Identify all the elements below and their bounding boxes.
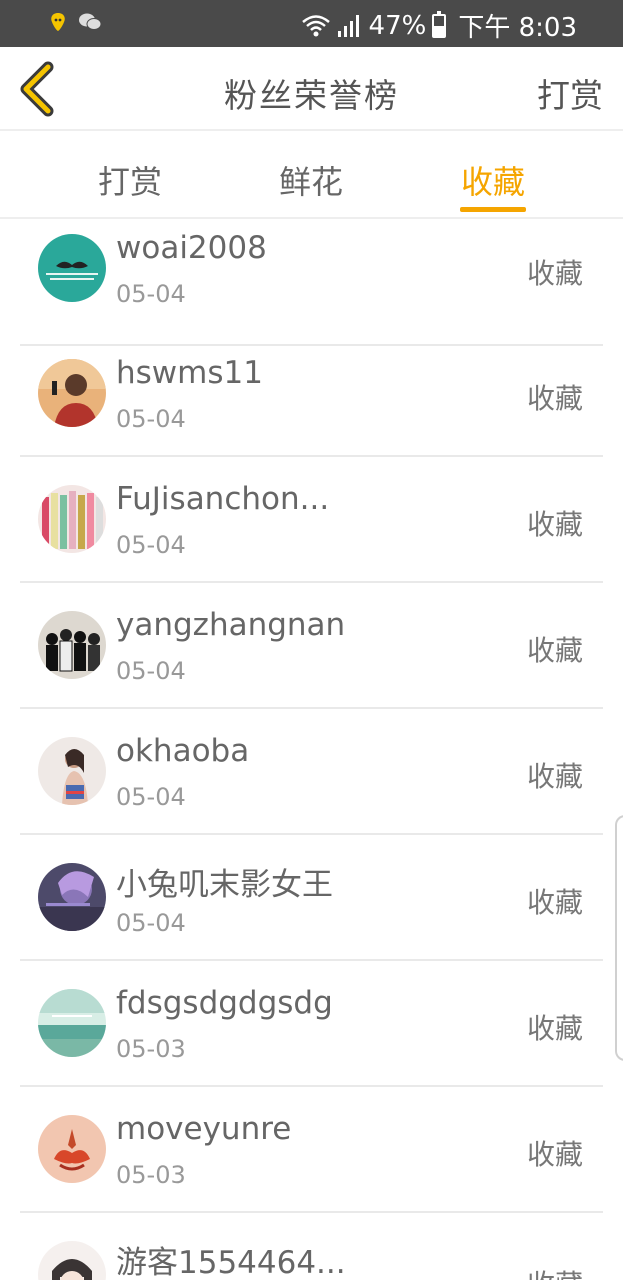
anime-girl-avatar	[38, 1241, 106, 1280]
user-name: 游客1554464...	[116, 1245, 346, 1280]
mustache-avatar	[38, 234, 106, 302]
user-name: hswms11	[116, 355, 263, 391]
action-type: 收藏	[526, 1012, 583, 1045]
list-item[interactable]: yangzhangnan 05-04 收藏	[20, 583, 603, 709]
active-tab-indicator	[460, 207, 526, 212]
battery-level	[434, 26, 445, 36]
tab-bar: 打赏 鲜花 收藏	[0, 133, 623, 219]
action-type: 收藏	[526, 1138, 583, 1171]
battery-icon	[432, 10, 447, 38]
wechat-icon	[79, 13, 102, 30]
list-item[interactable]: 小兔叽末影女王 05-04 收藏	[20, 835, 603, 961]
action-type: 收藏	[526, 634, 583, 667]
user-name: fdsgsdgdgsdg	[116, 985, 333, 1021]
date: 05-04	[116, 909, 186, 937]
user-name: okhaoba	[116, 733, 250, 769]
action-type: 收藏	[526, 508, 583, 541]
nav-bar: 粉丝荣誉榜 打赏	[0, 47, 623, 131]
wifi-icon	[301, 14, 330, 36]
list-item[interactable]: fdsgsdgdgsdg 05-03 收藏	[20, 961, 603, 1087]
date: 05-04	[116, 783, 186, 811]
action-type: 收藏	[526, 382, 583, 415]
user-name: yangzhangnan	[116, 607, 346, 643]
date: 05-04	[116, 531, 186, 559]
reward-button[interactable]: 打赏	[537, 69, 603, 117]
action-type: 收藏	[527, 1263, 583, 1280]
action-type: 收藏	[526, 886, 583, 919]
girl-photo-avatar	[38, 737, 106, 805]
purple-fashion-avatar	[38, 863, 106, 931]
battery-percent: 47%	[368, 10, 427, 41]
list-item[interactable]: woai2008 05-04 收藏	[20, 220, 603, 346]
date: 05-04	[116, 405, 186, 433]
user-name: woai2008	[116, 230, 267, 266]
user-name: FuJisanchon...	[116, 481, 330, 517]
tab-favorites[interactable]: 收藏	[461, 157, 525, 203]
date: 05-04	[116, 657, 186, 685]
action-type: 收藏	[526, 257, 583, 290]
action-type: 收藏	[526, 760, 583, 793]
user-name: moveyunre	[116, 1111, 292, 1147]
date: 05-03	[116, 1035, 186, 1063]
tab-flowers[interactable]: 鲜花	[279, 157, 343, 203]
list-item[interactable]: 游客1554464... 收藏	[20, 1213, 603, 1280]
notification-icons	[46, 10, 102, 34]
date: 05-03	[116, 1161, 186, 1189]
list-item[interactable]: okhaoba 05-04 收藏	[20, 709, 603, 835]
lotus-avatar	[38, 1115, 106, 1183]
date: 05-04	[116, 280, 186, 308]
page-title: 粉丝荣誉榜	[224, 76, 399, 115]
scroll-handle[interactable]	[615, 815, 623, 1061]
list-item[interactable]: FuJisanchon... 05-04 收藏	[20, 457, 603, 583]
list-item[interactable]: hswms11 05-04 收藏	[20, 331, 603, 457]
person-photo-avatar	[38, 359, 106, 427]
notification-app-icon	[51, 13, 65, 31]
status-bar: 47% 下午 8:03	[0, 0, 623, 47]
signal-icon	[337, 14, 359, 37]
status-right: 47% 下午 8:03	[301, 7, 577, 44]
markers-photo-avatar	[38, 485, 106, 553]
list-item[interactable]: moveyunre 05-03 收藏	[20, 1087, 603, 1213]
user-name: 小兔叽末影女王	[116, 867, 333, 903]
clock: 下午 8:03	[458, 13, 577, 43]
group-bw-avatar	[38, 611, 106, 679]
sea-avatar	[38, 989, 106, 1057]
tab-reward[interactable]: 打赏	[98, 157, 162, 203]
